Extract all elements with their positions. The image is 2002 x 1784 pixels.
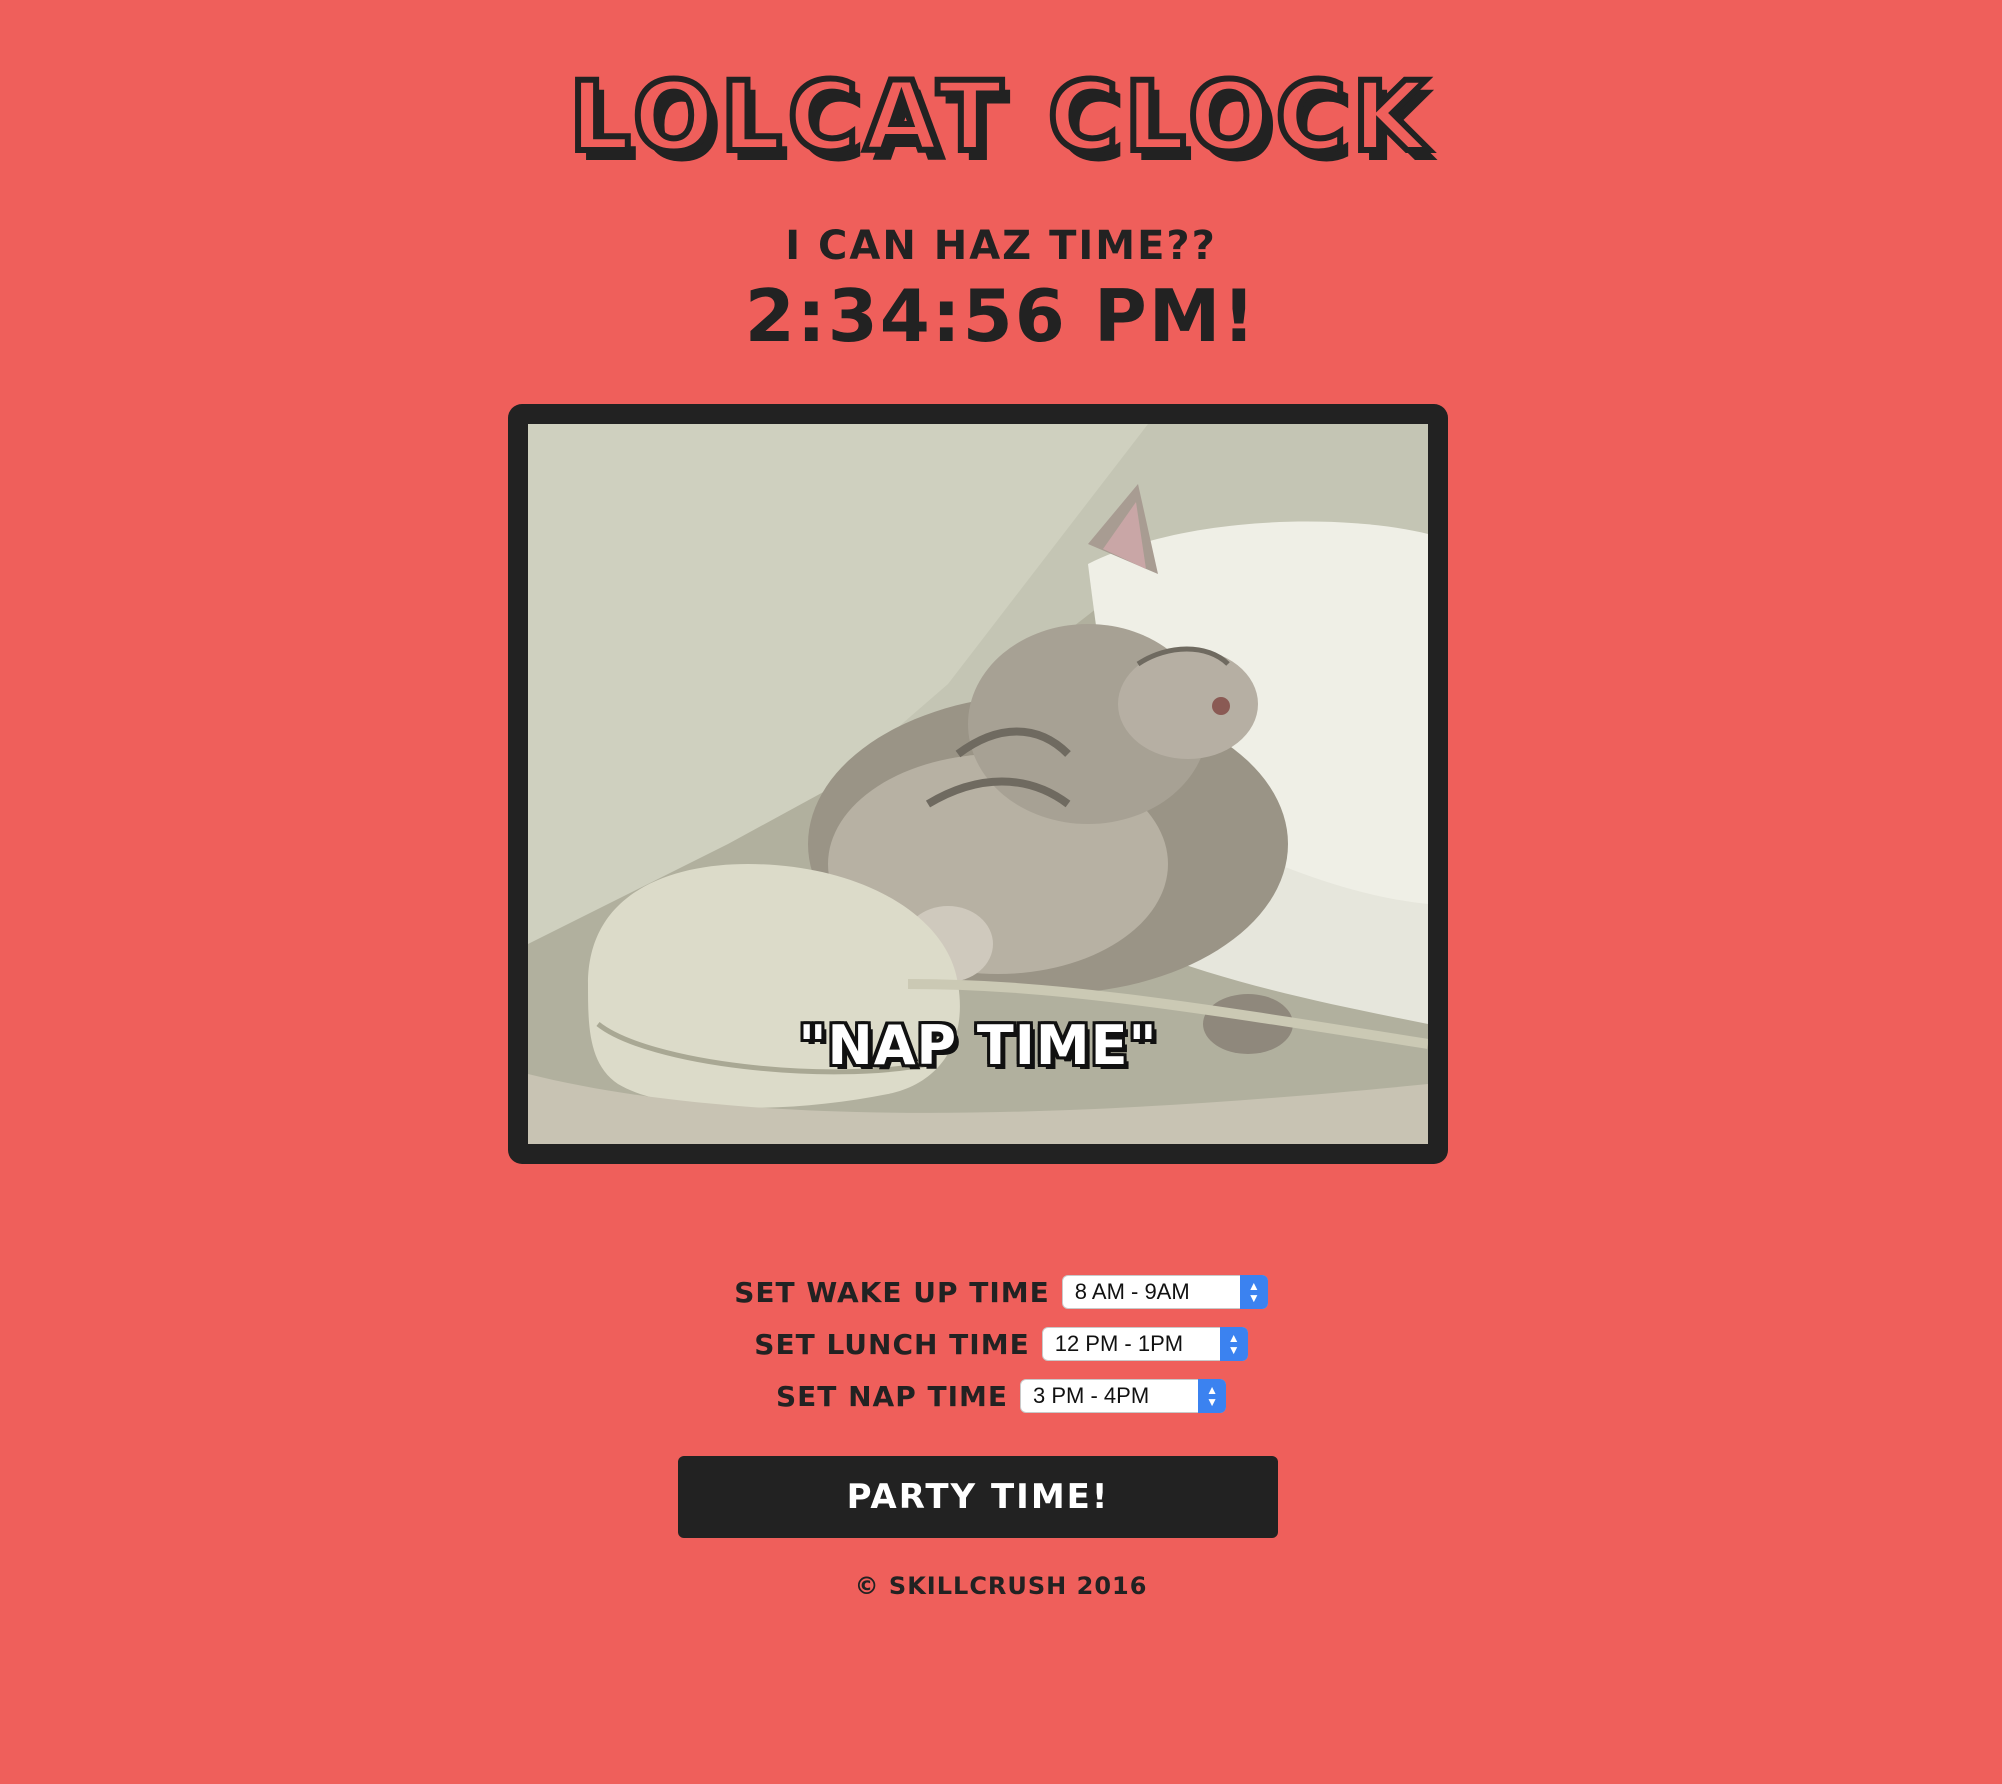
time-settings: SET WAKE UP TIME 8 AM - 9AM ▲ ▼ SET LUNCH… <box>0 1266 2002 1422</box>
lunch-label: SET LUNCH TIME <box>754 1327 1030 1361</box>
nap-value: 3 PM - 4PM <box>1033 1383 1150 1408</box>
lunch-row: SET LUNCH TIME 12 PM - 1PM ▲ ▼ <box>0 1318 2002 1370</box>
select-chevron-icon: ▲ ▼ <box>1239 1275 1268 1309</box>
clock-time: 2:34:56 PM! <box>744 274 1258 358</box>
select-chevron-icon: ▲ ▼ <box>1198 1379 1227 1413</box>
wake-up-row: SET WAKE UP TIME 8 AM - 9AM ▲ ▼ <box>0 1266 2002 1318</box>
wake-up-value: 8 AM - 9AM <box>1074 1279 1190 1304</box>
lunch-value: 12 PM - 1PM <box>1054 1331 1184 1356</box>
wake-up-label: SET WAKE UP TIME <box>734 1275 1050 1309</box>
page-title: LOLCAT CLOCK <box>566 59 1433 175</box>
select-chevron-icon: ▲ ▼ <box>1219 1327 1248 1361</box>
page: LOLCAT CLOCK I CAN HAZ TIME?? 2:34:56 PM… <box>0 0 2002 1784</box>
nap-label: SET NAP TIME <box>775 1379 1009 1413</box>
clock-subtitle: I CAN HAZ TIME?? <box>785 223 1217 269</box>
nap-row: SET NAP TIME 3 PM - 4PM ▲ ▼ <box>0 1370 2002 1422</box>
nap-select[interactable]: 3 PM - 4PM ▲ ▼ <box>1020 1379 1227 1413</box>
lolcat-image-frame: "NAP TIME" <box>508 404 1448 1164</box>
lolcat-photo: "NAP TIME" <box>528 424 1428 1144</box>
wake-up-select[interactable]: 8 AM - 9AM ▲ ▼ <box>1061 1275 1268 1309</box>
lunch-select[interactable]: 12 PM - 1PM ▲ ▼ <box>1041 1327 1248 1361</box>
footer-copyright: © SKILLCRUSH 2016 <box>854 1572 1148 1600</box>
image-caption: "NAP TIME" <box>798 1014 1158 1077</box>
party-time-button[interactable]: PARTY TIME! <box>678 1456 1278 1538</box>
